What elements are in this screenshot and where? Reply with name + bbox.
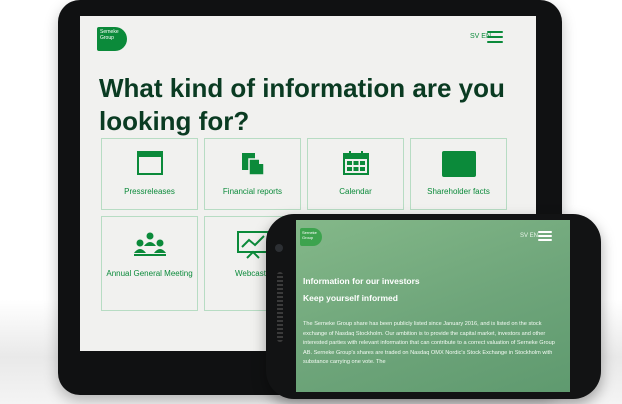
phone-device: Serneke Group SV EN Information for our … <box>266 214 601 399</box>
tile-label: Calendar <box>339 187 372 196</box>
tile-calendar[interactable]: Calendar <box>307 138 404 210</box>
menu-icon[interactable] <box>538 231 552 241</box>
tile-shareholder-facts[interactable]: Shareholder facts <box>410 138 507 210</box>
browser-window-icon <box>136 151 163 175</box>
speaker-grille <box>277 272 283 342</box>
tile-financial-reports[interactable]: Financial reports <box>204 138 301 210</box>
tile-annual-general-meeting[interactable]: Annual General Meeting <box>101 216 198 311</box>
tile-label: Pressreleases <box>124 187 175 196</box>
logo[interactable]: Serneke Group <box>300 228 322 246</box>
tile-label: Annual General Meeting <box>106 269 193 278</box>
presentation-chart-icon <box>236 231 269 259</box>
page-title: What kind of information are you looking… <box>99 73 505 136</box>
folder-icon <box>441 151 476 177</box>
camera-icon <box>275 244 283 252</box>
calendar-icon <box>342 151 369 175</box>
investors-subtitle: Keep yourself informed <box>303 293 398 303</box>
phone-screen: Serneke Group SV EN Information for our … <box>296 220 570 392</box>
documents-icon <box>241 153 265 176</box>
tablet-header: Serneke Group SV EN <box>80 16 536 62</box>
tile-pressreleases[interactable]: Pressreleases <box>101 138 198 210</box>
investors-title: Information for our investors <box>303 276 420 286</box>
tile-label: Shareholder facts <box>427 187 490 196</box>
tile-label: Financial reports <box>222 187 283 196</box>
people-meeting-icon <box>133 232 166 256</box>
menu-icon[interactable] <box>487 31 503 43</box>
logo[interactable]: Serneke Group <box>97 27 127 51</box>
investors-body-text: The Serneke Group share has been publicl… <box>303 321 555 365</box>
language-switch[interactable]: SV EN <box>520 233 538 239</box>
